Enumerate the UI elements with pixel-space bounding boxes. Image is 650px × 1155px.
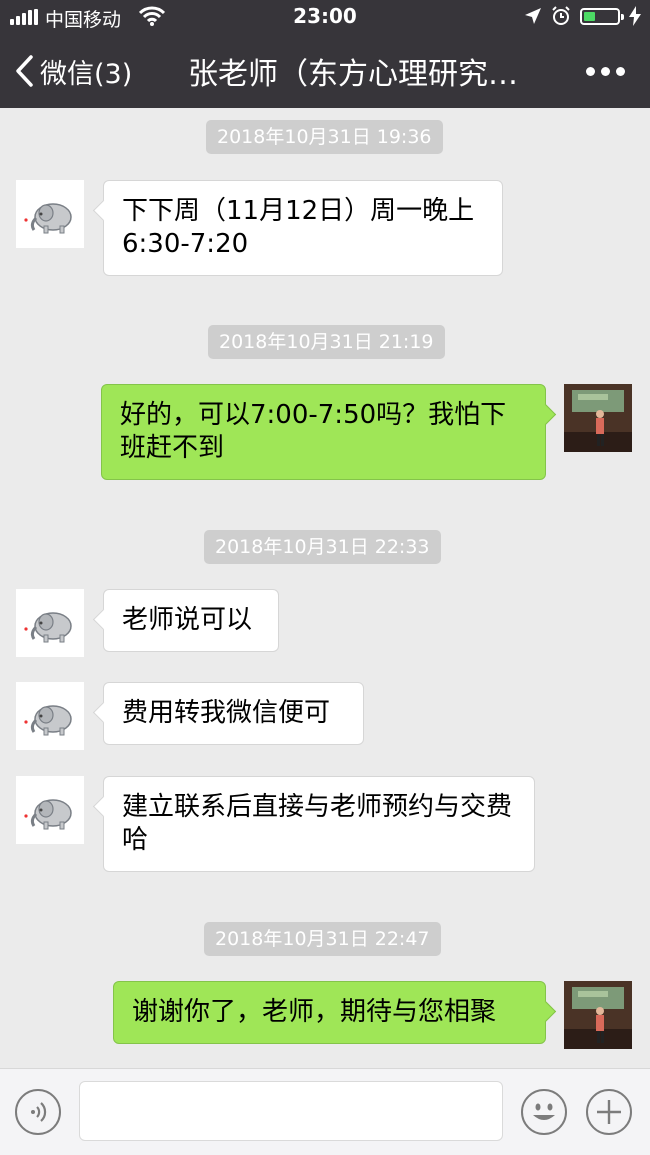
- back-label: 微信(3): [40, 58, 133, 90]
- status-bar: 中国移动 23:00: [0, 0, 650, 34]
- battery-icon: [580, 8, 624, 25]
- message-input[interactable]: [79, 1081, 503, 1141]
- charging-icon: [629, 6, 641, 26]
- elephant-avatar-icon: [24, 799, 72, 830]
- self-avatar[interactable]: [564, 981, 632, 1049]
- contact-avatar[interactable]: [16, 180, 84, 248]
- outgoing-message: 好的，可以7:00-7:50吗？我怕下班赶不到: [101, 384, 546, 480]
- timestamp: 2018年10月31日 22:33: [204, 530, 441, 564]
- alarm-icon: [552, 6, 570, 25]
- more-button[interactable]: [586, 64, 626, 78]
- add-button[interactable]: [586, 1089, 632, 1135]
- elephant-avatar-icon: [24, 705, 72, 736]
- emoji-button[interactable]: [521, 1089, 567, 1135]
- outgoing-message: 谢谢你了，老师，期待与您相聚: [113, 981, 546, 1044]
- emoji-icon: [533, 1103, 555, 1120]
- photo-avatar-icon: [564, 384, 632, 452]
- battery-level: [584, 12, 595, 21]
- elephant-avatar-icon: [24, 612, 72, 643]
- elephant-avatar-icon: [24, 203, 72, 234]
- timestamp: 2018年10月31日 22:47: [204, 922, 441, 956]
- incoming-message: 费用转我微信便可: [103, 682, 364, 745]
- self-avatar[interactable]: [564, 384, 632, 452]
- input-bar: [0, 1068, 650, 1155]
- top-bar: 中国移动 23:00 微信(3) 张老师（东方心理研究…: [0, 0, 650, 108]
- incoming-message: 下下周（11月12日）周一晚上6:30-7:20: [103, 180, 503, 276]
- incoming-message: 老师说可以: [103, 589, 279, 652]
- location-icon: [525, 8, 541, 24]
- voice-icon: [31, 1102, 47, 1122]
- timestamp: 2018年10月31日 21:19: [208, 325, 445, 359]
- voice-button[interactable]: [15, 1089, 61, 1135]
- chat-title: 张老师（东方心理研究…: [188, 57, 518, 92]
- contact-avatar[interactable]: [16, 682, 84, 750]
- timestamp: 2018年10月31日 19:36: [206, 120, 443, 154]
- incoming-message: 建立联系后直接与老师预约与交费哈: [103, 776, 535, 872]
- plus-icon: [597, 1100, 621, 1124]
- back-button[interactable]: 微信(3): [14, 52, 132, 90]
- chevron-left-icon: [16, 55, 33, 87]
- contact-avatar[interactable]: [16, 776, 84, 844]
- contact-avatar[interactable]: [16, 589, 84, 657]
- photo-avatar-icon: [564, 981, 632, 1049]
